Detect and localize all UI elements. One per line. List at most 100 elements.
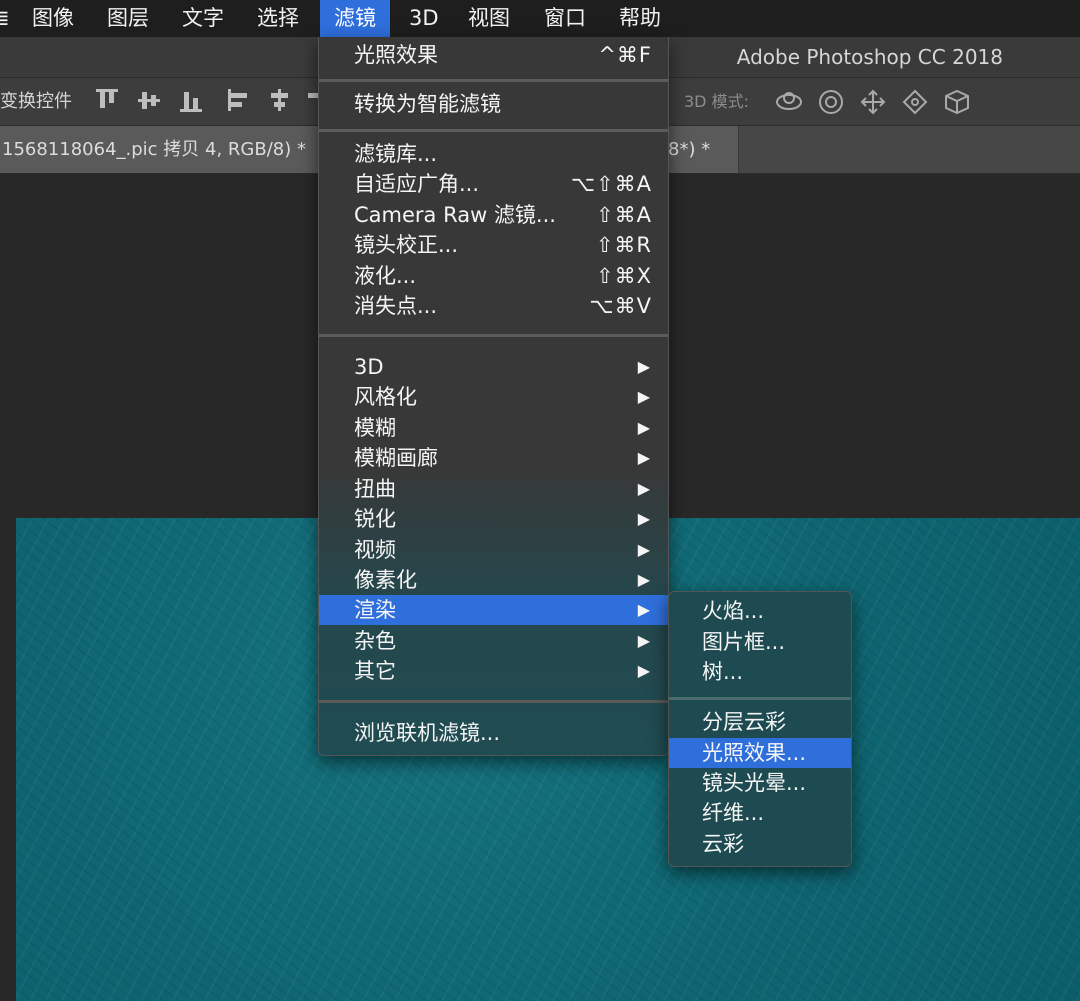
menu-item-label: 镜头校正... <box>354 233 459 257</box>
menu-select[interactable]: 选择 <box>243 0 313 37</box>
menu-item-label: 扭曲 <box>354 477 396 501</box>
window-title: Adobe Photoshop CC 2018 <box>736 45 1003 69</box>
menu-separator <box>319 129 668 132</box>
menu-item-label: 自适应广角... <box>354 172 480 196</box>
menu-item-stylize[interactable]: 风格化 ▶ <box>319 382 668 412</box>
menu-item-label: 像素化 <box>354 568 417 592</box>
menu-item-render[interactable]: 渲染 ▶ <box>319 595 668 625</box>
menu-item-label: 分层云彩 <box>702 710 786 734</box>
menu-item-shortcut: ⇧⌘R <box>595 233 652 257</box>
menu-item-label: 图片框... <box>702 630 786 654</box>
menu-item-noise[interactable]: 杂色 ▶ <box>319 626 668 656</box>
menu-item-vanishing-point[interactable]: 消失点... ⌥⌘V <box>319 291 668 321</box>
menu-item-browse-filters-online[interactable]: 浏览联机滤镜... <box>319 718 668 748</box>
menu-item-label: 树... <box>702 660 744 684</box>
menu-item-adaptive-wide-angle[interactable]: 自适应广角... ⌥⇧⌘A <box>319 169 668 199</box>
align-top-icon[interactable] <box>96 89 120 113</box>
tab-document-2[interactable]: 8*) * <box>660 126 739 173</box>
menu-view[interactable]: 视图 <box>454 0 524 37</box>
submenu-arrow-icon: ▶ <box>637 448 650 467</box>
menu-item-label: 滤镜库... <box>354 142 438 166</box>
menu-item-label: 模糊 <box>354 416 396 440</box>
menu-item-label: 消失点... <box>354 294 438 318</box>
submenu-arrow-icon: ▶ <box>637 661 650 680</box>
submenu-arrow-icon: ▶ <box>637 600 650 619</box>
menu-item-label: 模糊画廊 <box>354 446 438 470</box>
submenu-arrow-icon: ▶ <box>637 418 650 437</box>
menu-item-label: 3D <box>354 355 384 379</box>
menu-item-convert-smart-filters[interactable]: 转换为智能滤镜 <box>319 89 668 119</box>
submenu-arrow-icon: ▶ <box>637 540 650 559</box>
menu-help[interactable]: 帮助 <box>605 0 675 37</box>
menu-item-label: 镜头光晕... <box>702 771 807 795</box>
menu-item-other[interactable]: 其它 ▶ <box>319 656 668 686</box>
submenu-item-clouds[interactable]: 云彩 <box>669 829 851 859</box>
menu-item-blur[interactable]: 模糊 ▶ <box>319 413 668 443</box>
align-bottom-icon[interactable] <box>180 89 204 113</box>
align-left-icon[interactable] <box>228 89 252 113</box>
menu-item-label: 转换为智能滤镜 <box>354 92 501 116</box>
submenu-item-picture-frame[interactable]: 图片框... <box>669 627 851 657</box>
menu-item-label: 液化... <box>354 264 417 288</box>
menu-item-label: 渲染 <box>354 598 396 622</box>
menu-layer[interactable]: 图层 <box>93 0 163 37</box>
menu-item-label: 纤维... <box>702 801 765 825</box>
submenu-item-fibers[interactable]: 纤维... <box>669 798 851 828</box>
menu-item-label: 风格化 <box>354 385 417 409</box>
menu-item-label: 光照效果 <box>354 43 438 67</box>
menu-item-shortcut: ⌥⇧⌘A <box>570 172 652 196</box>
submenu-item-difference-clouds[interactable]: 分层云彩 <box>669 707 851 737</box>
3d-pan-icon[interactable] <box>860 89 886 115</box>
submenu-arrow-icon: ▶ <box>637 479 650 498</box>
3d-roll-icon[interactable] <box>819 90 843 114</box>
menu-item-3d[interactable]: 3D ▶ <box>319 352 668 382</box>
menu-item-label: 云彩 <box>702 832 744 856</box>
menu-item-label: 其它 <box>354 659 396 683</box>
menu-item-label: 锐化 <box>354 507 396 531</box>
menu-item-liquify[interactable]: 液化... ⇧⌘X <box>319 261 668 291</box>
align-vertical-center-icon[interactable] <box>138 89 162 113</box>
menu-item-label: 杂色 <box>354 629 396 653</box>
menu-item-last-filter[interactable]: 光照效果 ^⌘F <box>319 40 668 70</box>
tab-document-1[interactable]: 1568118064_.pic 拷贝 4, RGB/8) * <box>0 126 342 173</box>
menu-item-sharpen[interactable]: 锐化 ▶ <box>319 504 668 534</box>
menu-3d[interactable]: 3D <box>395 0 453 37</box>
menu-item-video[interactable]: 视频 ▶ <box>319 535 668 565</box>
menu-item-filter-gallery[interactable]: 滤镜库... <box>319 139 668 169</box>
menu-item-shortcut: ^⌘F <box>598 43 652 67</box>
menu-separator <box>319 334 668 337</box>
menu-item-label: Camera Raw 滤镜... <box>354 203 556 227</box>
menu-item-blur-gallery[interactable]: 模糊画廊 ▶ <box>319 443 668 473</box>
3d-orbit-icon[interactable] <box>776 92 802 110</box>
submenu-item-lighting-effects[interactable]: 光照效果... <box>669 738 851 768</box>
menu-window[interactable]: 窗口 <box>530 0 600 37</box>
3d-mode-label: 3D 模式: <box>684 92 749 111</box>
menu-type[interactable]: 文字 <box>168 0 238 37</box>
3d-scale-icon[interactable] <box>945 89 969 115</box>
submenu-item-lens-flare[interactable]: 镜头光晕... <box>669 768 851 798</box>
menu-item-shortcut: ⇧⌘X <box>596 264 652 288</box>
menu-item-lens-correction[interactable]: 镜头校正... ⇧⌘R <box>319 230 668 260</box>
menu-item-label: 浏览联机滤镜... <box>354 721 501 745</box>
menu-item-distort[interactable]: 扭曲 ▶ <box>319 474 668 504</box>
menu-item-label: 光照效果... <box>702 741 807 765</box>
submenu-arrow-icon: ▶ <box>637 357 650 376</box>
menu-item-shortcut: ⇧⌘A <box>596 203 652 227</box>
submenu-item-tree[interactable]: 树... <box>669 657 851 687</box>
menu-filter[interactable]: 滤镜 <box>320 0 390 37</box>
3d-slide-icon[interactable] <box>902 89 928 115</box>
menu-bar: ≣ 图像 图层 文字 选择 滤镜 3D 视图 窗口 帮助 <box>0 0 1080 37</box>
menu-separator <box>669 697 851 700</box>
submenu-arrow-icon: ▶ <box>637 631 650 650</box>
menu-item-pixelate[interactable]: 像素化 ▶ <box>319 565 668 595</box>
submenu-arrow-icon: ▶ <box>637 509 650 528</box>
menu-separator <box>319 79 668 82</box>
filter-menu: 光照效果 ^⌘F 转换为智能滤镜 滤镜库... 自适应广角... ⌥⇧⌘A Ca… <box>318 37 669 756</box>
align-horizontal-center-icon[interactable] <box>268 89 292 113</box>
menu-image[interactable]: 图像 <box>18 0 88 37</box>
submenu-item-flame[interactable]: 火焰... <box>669 596 851 626</box>
transform-controls-label[interactable]: 变换控件 <box>0 78 72 125</box>
submenu-arrow-icon: ▶ <box>637 387 650 406</box>
menu-item-label: 视频 <box>354 538 396 562</box>
menu-item-camera-raw[interactable]: Camera Raw 滤镜... ⇧⌘A <box>319 200 668 230</box>
